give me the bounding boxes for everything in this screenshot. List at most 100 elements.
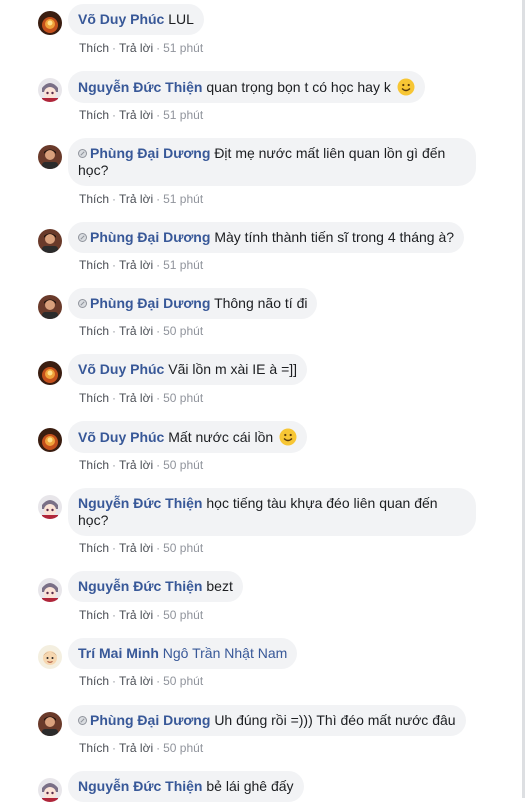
like-button[interactable]: Thích [79,741,109,755]
like-button[interactable]: Thích [79,192,109,206]
comment-bubble: Nguyễn Đức Thiện bezt [68,571,243,602]
avatar[interactable] [38,295,62,319]
timestamp[interactable]: 51 phút [163,258,203,272]
comment-author[interactable]: Nguyễn Đức Thiện [78,578,202,594]
avatar[interactable] [38,78,62,102]
reply-button[interactable]: Trả lời [119,324,153,338]
comment-meta: Thích · Trả lời · 50 phút [79,608,203,622]
comment-meta: Thích · Trả lời · 50 phút [79,541,203,555]
avatar[interactable] [38,229,62,253]
separator: · [112,258,117,272]
avatar[interactable] [38,578,62,602]
timestamp[interactable]: 50 phút [163,391,203,405]
avatar[interactable] [38,778,62,802]
comment-bubble: Võ Duy Phúc LUL [68,4,204,35]
separator: · [112,541,117,555]
comment-text: bezt [206,578,233,594]
separator: · [156,608,161,622]
comment-text: Uh đúng rồi =))) Thì đéo mất nước đâu [214,712,456,728]
separator: · [156,741,161,755]
comment-author[interactable]: Nguyễn Đức Thiện [78,79,202,95]
reply-button[interactable]: Trả lời [119,192,153,206]
comment-author[interactable]: Phùng Đại Dương [90,145,210,161]
separator: · [156,674,161,688]
comment-text: Vãi lồn m xài IE à =]] [168,361,298,377]
comment-text: quan trọng bọn t có học hay k [206,79,391,95]
timestamp[interactable]: 51 phút [163,108,203,122]
comment-bubble: Phùng Đại Dương Thông não tí đi [68,288,318,319]
reply-button[interactable]: Trả lời [119,741,153,755]
like-button[interactable]: Thích [79,458,109,472]
comment-text[interactable]: Ngô Trần Nhật Nam [163,645,288,661]
comment-text: Mày tính thành tiến sĩ trong 4 tháng à? [214,229,455,245]
comment-bubble: Phùng Đại Dương Uh đúng rồi =))) Thì đéo… [68,705,466,736]
verified-badge-icon [78,233,87,242]
like-button[interactable]: Thích [79,391,109,405]
like-button[interactable]: Thích [79,324,109,338]
separator: · [112,741,117,755]
comment-meta: Thích · Trả lời · 51 phút [79,258,203,272]
comment-bubble: Nguyễn Đức Thiện quan trọng bọn t có học… [68,71,425,103]
verified-badge-icon [78,299,87,308]
separator: · [112,608,117,622]
comment-author[interactable]: Võ Duy Phúc [78,429,164,445]
comment-text: LUL [168,11,194,27]
like-button[interactable]: Thích [79,258,109,272]
separator: · [156,324,161,338]
avatar[interactable] [38,645,62,669]
like-button[interactable]: Thích [79,674,109,688]
like-button[interactable]: Thích [79,608,109,622]
timestamp[interactable]: 51 phút [163,192,203,206]
reply-button[interactable]: Trả lời [119,108,153,122]
timestamp[interactable]: 51 phút [163,41,203,55]
reply-button[interactable]: Trả lời [119,258,153,272]
comment-bubble: Võ Duy Phúc Vãi lồn m xài IE à =]] [68,354,308,385]
timestamp[interactable]: 50 phút [163,541,203,555]
avatar[interactable] [38,428,62,452]
separator: · [112,41,117,55]
separator: · [112,674,117,688]
timestamp[interactable]: 50 phút [163,608,203,622]
comment-author[interactable]: Phùng Đại Dương [90,295,210,311]
like-button[interactable]: Thích [79,108,109,122]
timestamp[interactable]: 50 phút [163,458,203,472]
reply-button[interactable]: Trả lời [119,391,153,405]
reply-button[interactable]: Trả lời [119,541,153,555]
separator: · [156,41,161,55]
comment-author[interactable]: Trí Mai Minh [78,645,159,661]
timestamp[interactable]: 50 phút [163,741,203,755]
comment-author[interactable]: Võ Duy Phúc [78,361,164,377]
comment-bubble: Phùng Đại Dương Địt mẹ nước mất liên qua… [68,138,476,186]
avatar[interactable] [38,712,62,736]
comment-author[interactable]: Nguyễn Đức Thiện [78,778,202,794]
reply-button[interactable]: Trả lời [119,41,153,55]
timestamp[interactable]: 50 phút [163,324,203,338]
comment-meta: Thích · Trả lời · 51 phút [79,41,203,55]
reply-button[interactable]: Trả lời [119,608,153,622]
separator: · [112,108,117,122]
reply-button[interactable]: Trả lời [119,674,153,688]
like-button[interactable]: Thích [79,541,109,555]
timestamp[interactable]: 50 phút [163,674,203,688]
avatar[interactable] [38,495,62,519]
comment-meta: Thích · Trả lời · 51 phút [79,192,203,206]
comment-author[interactable]: Nguyễn Đức Thiện [78,495,202,511]
comment-text: Mất nước cái lồn [168,429,274,445]
smile-emoji-icon [279,428,297,446]
separator: · [156,458,161,472]
comment-meta: Thích · Trả lời · 50 phút [79,391,203,405]
comment-bubble: Trí Mai Minh Ngô Trần Nhật Nam [68,638,298,669]
smile-emoji-icon [397,78,415,96]
avatar[interactable] [38,361,62,385]
comment-author[interactable]: Võ Duy Phúc [78,11,164,27]
avatar[interactable] [38,145,62,169]
separator: · [156,391,161,405]
like-button[interactable]: Thích [79,41,109,55]
reply-button[interactable]: Trả lời [119,458,153,472]
separator: · [112,458,117,472]
comment-author[interactable]: Phùng Đại Dương [90,229,210,245]
separator: · [112,391,117,405]
comment-author[interactable]: Phùng Đại Dương [90,712,210,728]
avatar[interactable] [38,11,62,35]
separator: · [156,108,161,122]
